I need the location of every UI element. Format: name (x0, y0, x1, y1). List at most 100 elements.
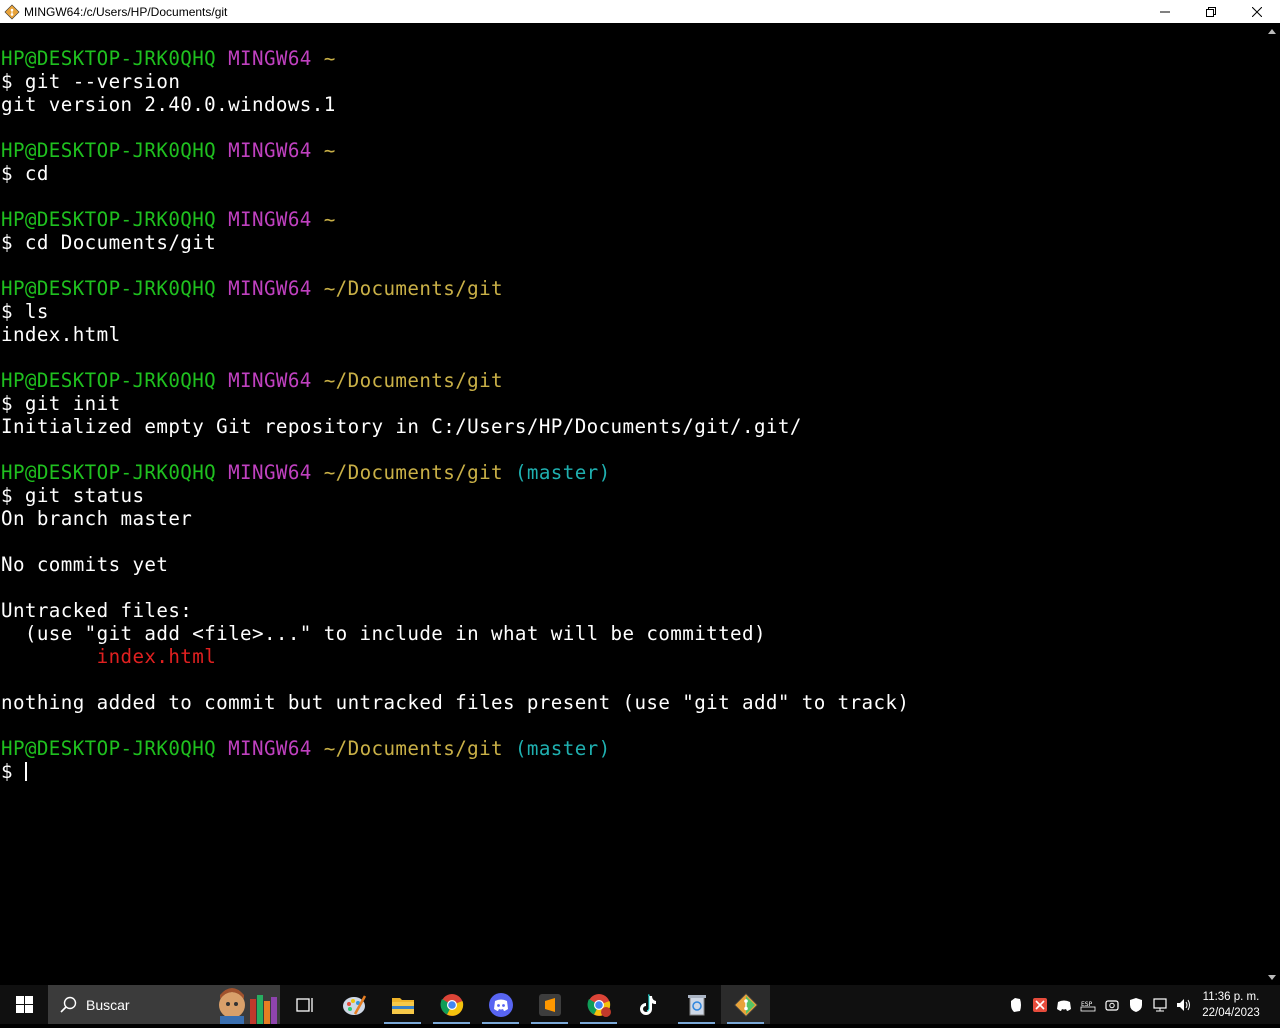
prompt-user-host: HP@DESKTOP-JRK0QHQ (1, 369, 217, 392)
tray-discord[interactable] (1052, 985, 1076, 1024)
volume-icon (1177, 998, 1190, 1011)
terminal-line: nothing added to commit but untracked fi… (1, 691, 909, 714)
minimize-button[interactable] (1142, 0, 1188, 23)
start-button[interactable] (0, 985, 48, 1024)
taskbar: Buscar ESP 11:36 p. m. 22/04/2023 (0, 985, 1280, 1024)
scroll-down-arrow-icon[interactable] (1264, 969, 1280, 985)
prompt-system: MINGW64 (228, 208, 312, 231)
terminal-line: index.html (1, 323, 909, 346)
prompt-path: ~/Documents/git (323, 277, 503, 300)
system-tray: ESP 11:36 p. m. 22/04/2023 (1004, 985, 1280, 1024)
taskbar-task-view[interactable] (280, 985, 329, 1024)
terminal-line: On branch master (1, 507, 909, 530)
terminal-text: nothing added to commit but untracked fi… (1, 691, 910, 714)
tray-security[interactable] (1124, 985, 1148, 1024)
tray-keyboard-language[interactable]: ESP (1076, 985, 1100, 1024)
terminal-text: $ ls (1, 300, 49, 323)
search-icon (60, 996, 77, 1013)
prompt-system: MINGW64 (228, 139, 312, 162)
show-desktop-button[interactable] (1266, 985, 1280, 1024)
scrollbar[interactable] (1264, 23, 1280, 985)
prompt-system: MINGW64 (228, 737, 312, 760)
prompt-path: ~ (323, 139, 336, 162)
close-button[interactable] (1234, 0, 1280, 23)
clock-date: 22/04/2023 (1202, 1006, 1260, 1019)
file-explorer-icon (391, 997, 414, 1014)
scroll-up-arrow-icon[interactable] (1264, 23, 1280, 39)
terminal-text: $ cd (1, 162, 49, 185)
tray-app-icon (1033, 997, 1047, 1012)
prompt-branch: (master) (514, 737, 611, 760)
terminal-text: $ git status (1, 484, 145, 507)
discord-icon (488, 992, 513, 1017)
text-cursor (24, 762, 27, 781)
terminal-line: (use "git add <file>..." to include in w… (1, 622, 909, 645)
terminal-line: HP@DESKTOP-JRK0QHQ MINGW64 ~ (1, 47, 909, 70)
prompt-system: MINGW64 (228, 277, 312, 300)
prompt-path: ~/Documents/git (323, 737, 503, 760)
taskbar-discord[interactable] (476, 985, 525, 1024)
restore-button[interactable] (1188, 0, 1234, 23)
terminal-line: $ (1, 760, 909, 783)
minimize-icon (1160, 11, 1170, 12)
search-label: Buscar (86, 996, 130, 1013)
taskbar-tiktok[interactable] (623, 985, 672, 1024)
prompt-system: MINGW64 (228, 369, 312, 392)
task-view-icon (295, 997, 313, 1012)
terminal-text: $ (1, 760, 25, 783)
taskbar-chrome[interactable] (427, 985, 476, 1024)
chrome-profile-icon (587, 993, 611, 1017)
terminal-line: HP@DESKTOP-JRK0QHQ MINGW64 ~ (1, 139, 909, 162)
taskbar-file-explorer[interactable] (378, 985, 427, 1024)
terminal-text: No commits yet (1, 553, 169, 576)
prompt-path: ~ (323, 208, 336, 231)
terminal-line: HP@DESKTOP-JRK0QHQ MINGW64 ~/Documents/g… (1, 369, 909, 392)
untracked-file: index.html (96, 645, 217, 668)
taskbar-recycle-app[interactable] (672, 985, 721, 1024)
taskbar-git-bash[interactable] (721, 985, 770, 1024)
tray-volume[interactable] (1172, 985, 1196, 1024)
terminal-line: $ git status (1, 484, 909, 507)
shield-icon (1130, 997, 1142, 1012)
terminal-line: Untracked files: (1, 599, 909, 622)
prompt-path: ~ (323, 47, 336, 70)
terminal-text: $ git init (1, 392, 121, 415)
prompt-user-host: HP@DESKTOP-JRK0QHQ (1, 737, 217, 760)
tray-network[interactable] (1148, 985, 1172, 1024)
paint-icon (342, 994, 366, 1015)
prompt-user-host: HP@DESKTOP-JRK0QHQ (1, 139, 217, 162)
title-bar[interactable]: MINGW64:/c/Users/HP/Documents/git (0, 0, 1280, 23)
taskbar-sublime-text[interactable] (525, 985, 574, 1024)
terminal-text: $ cd Documents/git (1, 231, 217, 254)
terminal-line: HP@DESKTOP-JRK0QHQ MINGW64 ~/Documents/g… (1, 277, 909, 300)
prompt-path: ~/Documents/git (323, 369, 503, 392)
taskbar-chrome-profile[interactable] (574, 985, 623, 1024)
tray-red-app[interactable] (1028, 985, 1052, 1024)
taskbar-paint[interactable] (329, 985, 378, 1024)
search-box[interactable]: Buscar (48, 985, 280, 1024)
prompt-system: MINGW64 (228, 461, 312, 484)
keyboard-language-icon: ESP (1080, 1001, 1096, 1011)
tray-meet-now[interactable] (1100, 985, 1124, 1024)
camera-icon (1105, 999, 1119, 1011)
terminal-text: index.html (1, 323, 121, 346)
terminal-line: $ git --version (1, 70, 909, 93)
clock[interactable]: 11:36 p. m. 22/04/2023 (1196, 989, 1266, 1021)
tray-evernote[interactable] (1004, 985, 1028, 1024)
terminal-output[interactable]: HP@DESKTOP-JRK0QHQ MINGW64 ~ $ git --vers… (0, 23, 1264, 985)
terminal-text: $ git --version (1, 70, 181, 93)
terminal-line: HP@DESKTOP-JRK0QHQ MINGW64 ~/Documents/g… (1, 461, 909, 484)
